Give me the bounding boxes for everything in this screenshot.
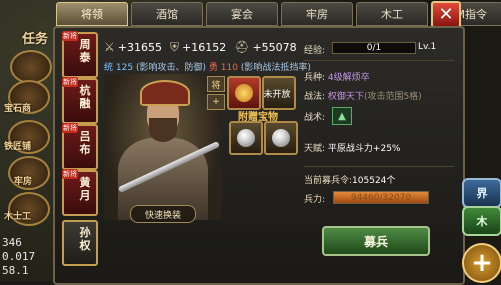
beard-shape (149, 118, 177, 142)
plus-button[interactable]: + (462, 243, 501, 283)
brave-value: 110 (220, 63, 238, 73)
tab-tavern[interactable]: 酒馆 (131, 2, 203, 26)
tab-banquet[interactable]: 宴会 (206, 2, 278, 26)
general-card[interactable]: 新将 周泰 (62, 31, 98, 78)
general-card[interactable]: 新将 黄月 (62, 169, 98, 216)
tactic-label: 战术: (304, 113, 326, 123)
close-button[interactable]: ✕ (431, 1, 461, 28)
add-icon[interactable]: + (207, 94, 225, 110)
brave-label: 勇 (208, 63, 218, 73)
orb-icon (237, 129, 255, 147)
quick-swap-button[interactable]: 快速换装 (130, 205, 196, 223)
defense-value: +16152 (182, 40, 227, 54)
troops-stat: ⛑ +55078 (234, 40, 296, 54)
general-name: 孙权 (79, 226, 91, 252)
attribute-info: 统 125 (影响攻击、防御) 勇 110 (影响战法抵挡率) (104, 60, 311, 73)
not-open-label: 未开放 (263, 90, 291, 100)
skill-label: 战法: (304, 92, 326, 102)
talent-value: 平原战斗力+25% (327, 144, 401, 154)
troop-value: 94460/32070 (350, 192, 412, 203)
exp-value: 0/1 (366, 43, 382, 53)
task-label[interactable]: 任务 (22, 28, 48, 47)
prison-label: 牢房 (14, 177, 33, 187)
new-badge: 新将 (62, 169, 78, 179)
brave-note: (影响战法抵挡率) (240, 63, 311, 73)
general-name: 杭融 (79, 84, 91, 110)
tab-generals[interactable]: 将领 (56, 2, 128, 26)
recruit-button[interactable]: 募兵 (322, 226, 430, 256)
general-icon[interactable]: 将 (207, 76, 225, 92)
lead-value: 125 (115, 63, 134, 73)
exp-label: 经验: (304, 46, 326, 56)
tactic-icon[interactable]: ▲ (332, 107, 352, 125)
shield-icon: ⛨ (169, 39, 179, 54)
wood-button[interactable]: 木 (462, 206, 501, 236)
general-name: 吕布 (79, 130, 91, 156)
divider (304, 60, 454, 61)
skill-row: 战法: 权御天下(攻击范围5格) (304, 89, 422, 102)
gem-shop-label: 宝石商 (4, 104, 32, 114)
talent-label: 天赋: (304, 144, 326, 154)
stats-bar: ⚔ +31655 ⛨ +16152 ⛑ +55078 (104, 38, 304, 56)
soldier-row: 兵种: 4级解烦卒 (304, 70, 370, 83)
carpenter-label: 木士工 (4, 212, 32, 222)
smithy-label: 铁匠铺 (4, 142, 32, 152)
level-label: Lv.1 (418, 42, 437, 52)
coord-number: 58.1 (2, 264, 29, 277)
treasure-slot[interactable] (264, 121, 298, 155)
lead-note: (影响攻击、防御) (135, 63, 206, 73)
orb-icon (272, 129, 290, 147)
recruit-order-label: 当前募兵令: (304, 176, 353, 186)
general-card[interactable]: 新将 吕布 (62, 123, 98, 170)
general-name: 黄月 (79, 176, 91, 202)
defense-stat: ⛨ +16152 (170, 40, 226, 55)
troop-label: 兵力: (304, 195, 326, 205)
talent-row: 天赋: 平原战斗力+25% (304, 141, 400, 154)
coord-number: 0.017 (2, 250, 36, 263)
divider (304, 166, 454, 167)
troop-bar: 94460/32070 (333, 191, 429, 204)
general-name: 周泰 (79, 38, 91, 64)
coord-number: 346 (2, 236, 22, 249)
treasure-slot[interactable] (227, 76, 261, 110)
new-badge: 新将 (62, 77, 78, 87)
lead-label: 统 (104, 63, 114, 73)
general-card[interactable]: 新将 杭融 (62, 77, 98, 124)
treasure-slot[interactable] (229, 121, 263, 155)
attack-stat: ⚔ +31655 (104, 40, 162, 54)
skill-note: (攻击范围5格) (363, 92, 422, 102)
general-portrait (104, 74, 222, 220)
new-badge: 新将 (62, 31, 78, 41)
tab-prison[interactable]: 牢房 (281, 2, 353, 26)
attack-value: +31655 (117, 40, 162, 54)
skill-value: 权御天下 (327, 92, 364, 102)
world-button[interactable]: 界 (462, 178, 501, 208)
troops-value: +55078 (252, 40, 297, 54)
helmet-icon: ⛑ (234, 40, 250, 54)
tab-carpenter[interactable]: 木工 (356, 2, 428, 26)
treasure-gem-icon (235, 84, 253, 102)
recruit-order-value: 105524个 (352, 176, 396, 186)
sword-icon: ⚔ (104, 40, 115, 54)
exp-bar: 0/1 (332, 42, 416, 54)
soldier-label: 兵种: (304, 73, 326, 83)
general-card[interactable]: 孙权 (62, 220, 98, 266)
hud-round-button[interactable] (10, 50, 52, 84)
soldier-value: 4级解烦卒 (327, 73, 370, 83)
helmet-shape (140, 80, 190, 106)
close-icon: ✕ (438, 4, 454, 25)
new-badge: 新将 (62, 123, 78, 133)
recruit-order-row: 当前募兵令:105524个 (304, 173, 395, 186)
